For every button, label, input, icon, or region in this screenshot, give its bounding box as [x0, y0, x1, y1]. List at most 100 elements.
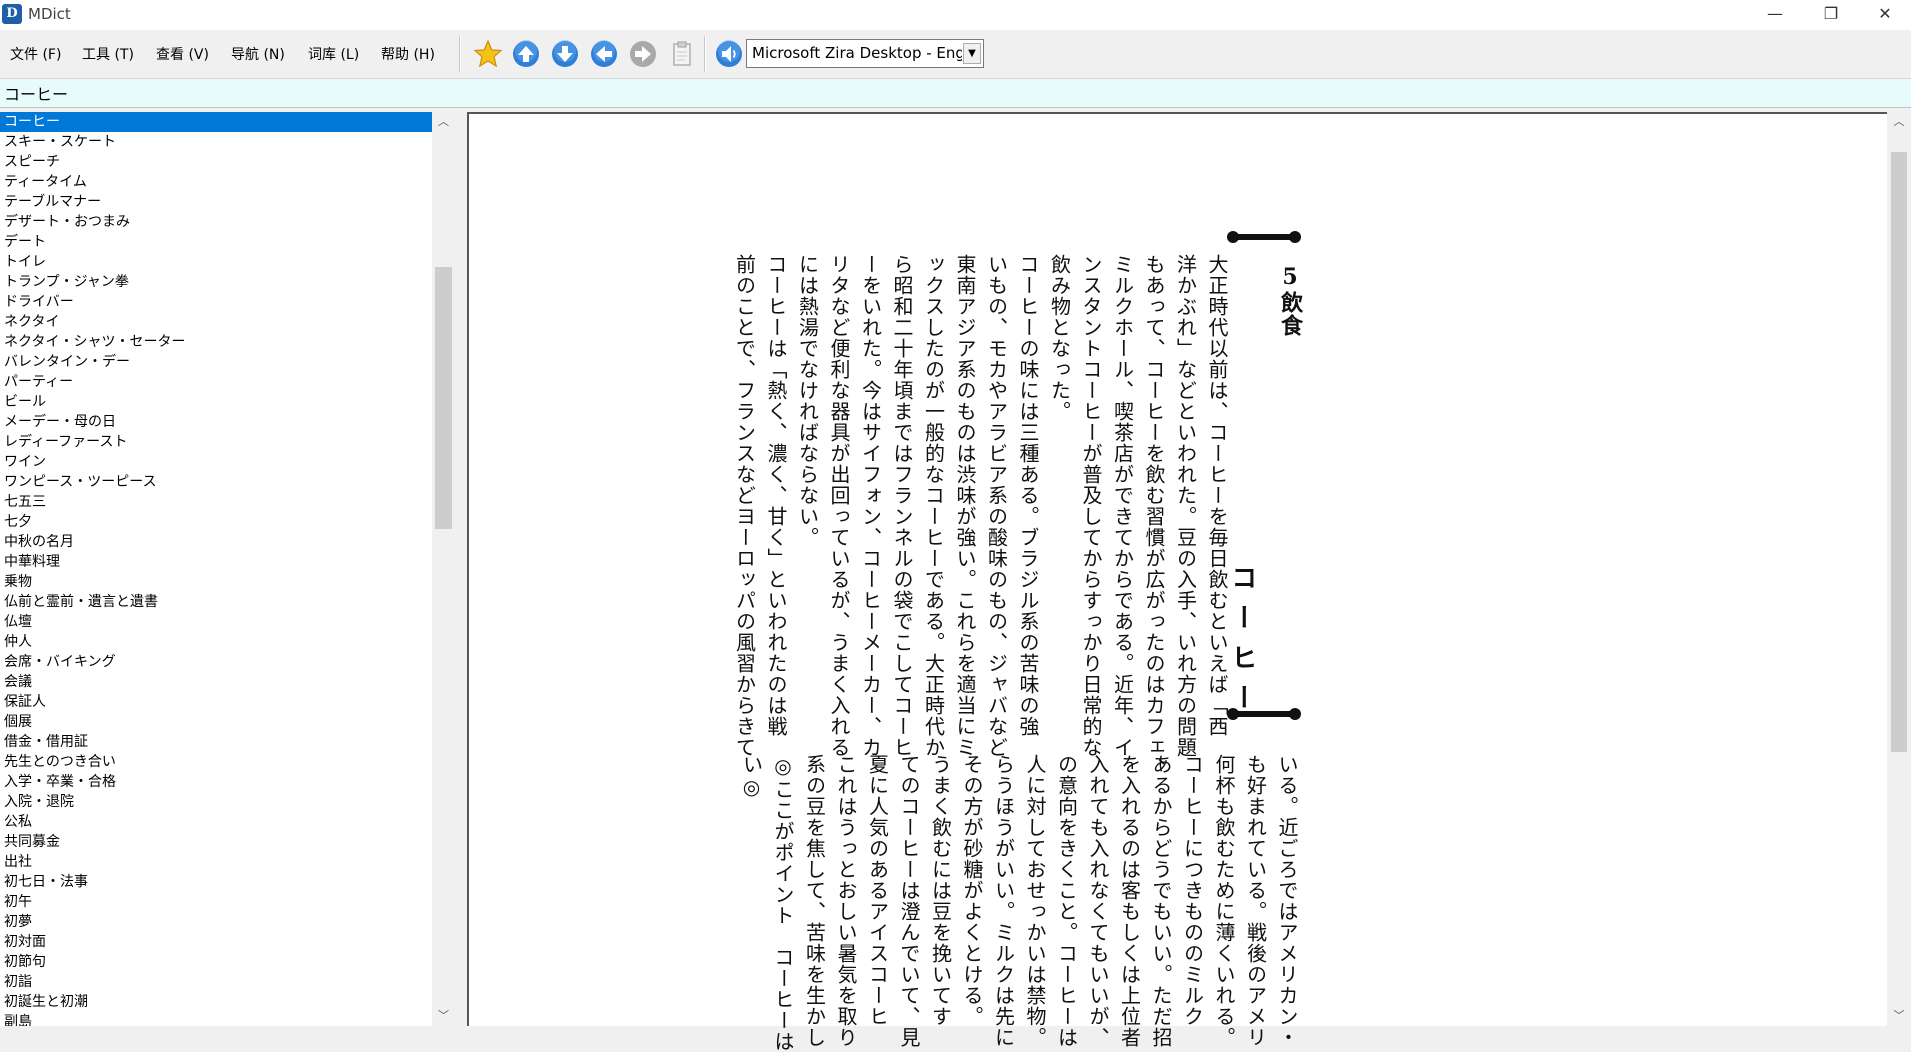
scroll-down-icon[interactable]: ﹀ — [1887, 1006, 1911, 1026]
word-list-item[interactable]: 公私 — [0, 812, 432, 832]
menu-file[interactable]: 文件 (F) — [10, 44, 61, 64]
word-list-item[interactable]: 先生とのつき合い — [0, 752, 432, 772]
word-list-item[interactable]: 初夢 — [0, 912, 432, 932]
word-list-item[interactable]: 個展 — [0, 712, 432, 732]
restore-button[interactable]: ❐ — [1803, 0, 1859, 30]
text-column: には熱湯でなければならない。 — [795, 254, 820, 548]
word-list-item[interactable]: 初対面 — [0, 932, 432, 952]
word-list-item[interactable]: 中華料理 — [0, 552, 432, 572]
word-list-scrollbar[interactable]: ︿ ﹀ — [432, 112, 455, 1026]
word-list-item[interactable]: 入院・退院 — [0, 792, 432, 812]
scroll-thumb[interactable] — [435, 267, 452, 529]
search-input[interactable] — [4, 82, 1894, 104]
content-scrollbar[interactable]: ︿ ﹀ — [1887, 112, 1911, 1026]
title-bar: D MDict — ❐ ✕ — [0, 0, 1911, 30]
menu-navigate[interactable]: 导航 (N) — [231, 44, 285, 64]
word-list-item[interactable]: 仏前と霊前・遺言と遺書 — [0, 592, 432, 612]
word-list-item[interactable]: バレンタイン・デー — [0, 352, 432, 372]
word-list-item[interactable]: ネクタイ・シャツ・セーター — [0, 332, 432, 352]
word-list-item[interactable]: デザート・おつまみ — [0, 212, 432, 232]
text-column: その方が砂糖がよくとける。 — [960, 754, 984, 1027]
word-list-item[interactable]: コーヒー — [0, 112, 432, 132]
word-list-item[interactable]: ワイン — [0, 452, 432, 472]
word-list-item[interactable]: 初詣 — [0, 972, 432, 992]
word-list-item[interactable]: デート — [0, 232, 432, 252]
text-column: いる。近ごろではアメリカン・ — [1275, 754, 1299, 1048]
arrow-down-icon — [552, 40, 578, 67]
word-list-item[interactable]: 初七日・法事 — [0, 872, 432, 892]
menu-toolbar: 文件 (F) 工具 (T) 查看 (V) 导航 (N) 词库 (L) 帮助 (H… — [0, 30, 1911, 79]
word-list-item[interactable]: 会議 — [0, 672, 432, 692]
voice-select[interactable]: Microsoft Zira Desktop - English ▼ — [746, 39, 984, 68]
text-column: ックスしたのが一般的なコーヒーである。大正時代か — [921, 254, 946, 758]
next-entry-button[interactable] — [549, 38, 581, 70]
text-column: も好まれている。戦後のアメリ — [1243, 754, 1268, 1048]
word-list-item[interactable]: 入学・卒業・合格 — [0, 772, 432, 792]
paste-button[interactable] — [666, 38, 698, 70]
text-column: うまく飲むには豆を挽いてす — [928, 754, 953, 1027]
word-list-item[interactable]: トランプ・ジャン拳 — [0, 272, 432, 292]
text-column: 系の豆を焦して、苦味を生かし — [802, 754, 827, 1048]
word-list-item[interactable]: ビール — [0, 392, 432, 412]
word-list-item[interactable]: メーデー・母の日 — [0, 412, 432, 432]
scroll-up-icon[interactable]: ︿ — [1887, 112, 1911, 132]
minimize-button[interactable]: — — [1747, 0, 1803, 30]
word-list-item[interactable]: パーティー — [0, 372, 432, 392]
word-list-item[interactable]: 出社 — [0, 852, 432, 872]
word-list-item[interactable]: ワンピース・ツーピース — [0, 472, 432, 492]
word-list-item[interactable]: スキー・スケート — [0, 132, 432, 152]
word-list-item[interactable]: 仲人 — [0, 632, 432, 652]
word-list-item[interactable]: 七五三 — [0, 492, 432, 512]
word-list-item[interactable]: 共同募金 — [0, 832, 432, 852]
text-column: い◎ — [739, 754, 764, 800]
chevron-down-icon[interactable]: ▼ — [963, 43, 981, 64]
text-column: コーヒーにつきもののミルク — [1180, 754, 1205, 1027]
previous-entry-button[interactable] — [510, 38, 542, 70]
word-list-item[interactable]: ティータイム — [0, 172, 432, 192]
scroll-down-icon[interactable]: ﹀ — [432, 1006, 455, 1026]
word-list-item[interactable]: スピーチ — [0, 152, 432, 172]
text-column: 前のことで、フランスなどヨーロッパの風習からきて — [732, 254, 757, 758]
word-list-item[interactable]: ネクタイ — [0, 312, 432, 332]
word-list-item[interactable]: 七夕 — [0, 512, 432, 532]
favorite-button[interactable] — [472, 38, 504, 70]
text-column: ーをいれた。今はサイフォン、コーヒーメーカー、カ — [858, 254, 883, 758]
word-list-item[interactable]: トイレ — [0, 252, 432, 272]
back-button[interactable] — [588, 38, 620, 70]
word-list[interactable]: コーヒー スキー・スケート スピーチ ティータイム テーブルマナー デザート・おつまみ デー… — [0, 112, 432, 1026]
window-title: MDict — [28, 5, 71, 23]
ornament-divider — [1227, 231, 1301, 243]
scroll-up-icon[interactable]: ︿ — [432, 112, 455, 132]
word-list-item[interactable]: 仏壇 — [0, 612, 432, 632]
word-list-item[interactable]: 副島 — [0, 1012, 432, 1026]
text-column: の意向をきくこと。コーヒーは — [1054, 754, 1079, 1048]
word-list-item[interactable]: 乗物 — [0, 572, 432, 592]
word-list-item[interactable]: 初節句 — [0, 952, 432, 972]
word-list-item[interactable]: 会席・バイキング — [0, 652, 432, 672]
forward-button[interactable] — [627, 38, 659, 70]
word-list-item[interactable]: 中秋の名月 — [0, 532, 432, 552]
search-bar — [0, 79, 1911, 108]
word-list-item[interactable]: 保証人 — [0, 692, 432, 712]
speak-button[interactable] — [713, 38, 745, 70]
word-list-item[interactable]: レディーファースト — [0, 432, 432, 452]
arrow-right-icon — [630, 41, 656, 67]
toolbar-separator — [459, 36, 461, 72]
word-list-item[interactable]: テーブルマナー — [0, 192, 432, 212]
word-list-item[interactable]: ドライバー — [0, 292, 432, 312]
word-list-item[interactable]: 初午 — [0, 892, 432, 912]
menu-tools[interactable]: 工具 (T) — [82, 44, 134, 64]
menu-view[interactable]: 查看 (V) — [156, 44, 209, 64]
scroll-thumb[interactable] — [1891, 152, 1907, 752]
pane-splitter[interactable] — [455, 112, 467, 1026]
app-icon: D — [2, 4, 22, 24]
menu-help[interactable]: 帮助 (H) — [381, 44, 435, 64]
menu-library[interactable]: 词库 (L) — [308, 44, 359, 64]
word-list-item[interactable]: 借金・借用証 — [0, 732, 432, 752]
word-list-item[interactable]: 初誕生と初潮 — [0, 992, 432, 1012]
text-column: あるからどうでもいい。ただ招 — [1149, 754, 1173, 1048]
text-column: コーヒーの味には三種ある。ブラジル系の苦味の強 — [1016, 254, 1040, 737]
close-button[interactable]: ✕ — [1857, 0, 1911, 30]
text-column: ンスタントコーヒーが普及してからすっかり日常的な — [1079, 254, 1103, 758]
text-column: コーヒーは「熱く、濃く、甘く」といわれたのは戦 — [764, 254, 788, 737]
